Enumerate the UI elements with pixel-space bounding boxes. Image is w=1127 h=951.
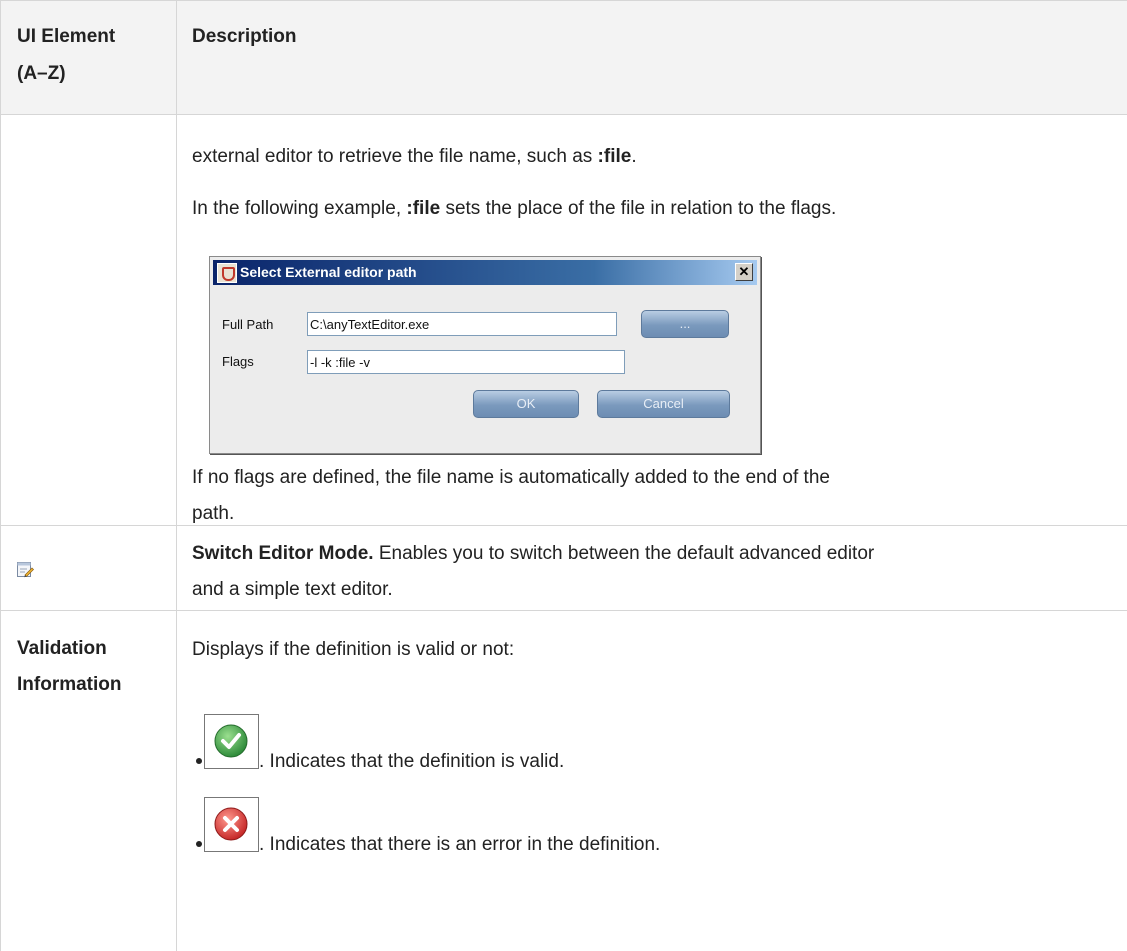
bullet bbox=[196, 841, 202, 847]
header-description: Description bbox=[192, 26, 297, 47]
full-path-label: Full Path bbox=[222, 317, 274, 332]
row1-line1-text: external editor to retrieve the file nam… bbox=[192, 146, 598, 167]
close-icon: ✕ bbox=[735, 263, 753, 281]
java-icon bbox=[217, 263, 237, 283]
browse-button: ... bbox=[641, 310, 729, 338]
row2-text1: Enables you to switch between the defaul… bbox=[373, 543, 875, 564]
switch-editor-mode-title: Switch Editor Mode. bbox=[192, 543, 374, 564]
row2-line2: and a simple text editor. bbox=[192, 579, 393, 600]
full-path-input: C:\anyTextEditor.exe bbox=[307, 312, 617, 336]
ok-button: OK bbox=[473, 390, 579, 418]
valid-status-box bbox=[204, 714, 259, 769]
error-x-icon bbox=[214, 807, 248, 841]
validation-intro: Displays if the definition is valid or n… bbox=[192, 639, 515, 660]
row1-line2: In the following example, :file sets the… bbox=[192, 191, 836, 227]
valid-description: . Indicates that the definition is valid… bbox=[259, 751, 565, 772]
validation-label-line2: Information bbox=[17, 674, 122, 695]
bullet bbox=[196, 758, 202, 764]
divider bbox=[0, 114, 1127, 115]
row1-line2-text: In the following example, bbox=[192, 198, 407, 219]
row1-line1: external editor to retrieve the file nam… bbox=[192, 139, 637, 175]
row1-line2-code: :file bbox=[406, 198, 441, 219]
dialog-title-bar: Select External editor path ✕ bbox=[213, 260, 757, 285]
header-ui-element: UI Element bbox=[17, 26, 116, 47]
row1-line3: If no flags are defined, the file name i… bbox=[192, 467, 830, 488]
divider bbox=[176, 0, 177, 951]
external-editor-dialog-screenshot: Select External editor path ✕ Full Path … bbox=[209, 256, 761, 454]
dialog-title: Select External editor path bbox=[240, 264, 417, 280]
divider bbox=[0, 525, 1127, 526]
switch-editor-mode-icon bbox=[17, 562, 34, 578]
row1-line2-end: sets the place of the file in relation t… bbox=[440, 198, 837, 219]
header-ui-element-range: (A–Z) bbox=[17, 63, 66, 84]
row1-line1-code: :file bbox=[597, 146, 632, 167]
table-header bbox=[0, 0, 1127, 114]
row2-line1: Switch Editor Mode. Enables you to switc… bbox=[192, 536, 874, 572]
row1-line4: path. bbox=[192, 503, 235, 524]
ui-element-table: UI Element (A–Z) Description external ed… bbox=[0, 0, 1127, 951]
flags-input: -l -k :file -v bbox=[307, 350, 625, 374]
divider bbox=[0, 0, 1127, 1]
valid-check-icon bbox=[214, 724, 248, 758]
cancel-button: Cancel bbox=[597, 390, 730, 418]
error-status-box bbox=[204, 797, 259, 852]
validation-label-line1: Validation bbox=[17, 638, 107, 659]
divider bbox=[0, 610, 1127, 611]
error-description: . Indicates that there is an error in th… bbox=[259, 834, 661, 855]
row1-line1-end: . bbox=[631, 146, 637, 167]
divider bbox=[0, 0, 1, 951]
flags-label: Flags bbox=[222, 354, 254, 369]
